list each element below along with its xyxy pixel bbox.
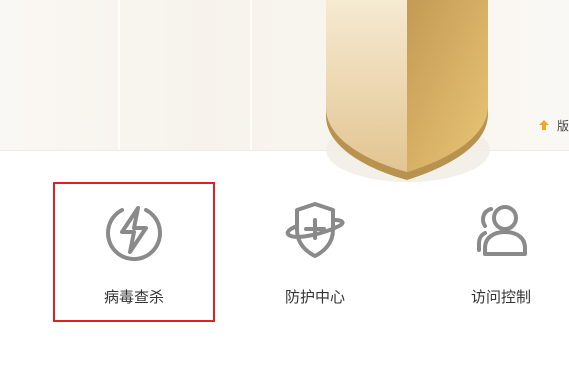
security-app-window: 版 病毒查杀 防护中心 访问控制	[0, 0, 569, 368]
tile-virus-scan[interactable]: 病毒查杀	[53, 182, 215, 322]
tile-access-control[interactable]: 访问控制	[420, 182, 569, 322]
shield-plus-icon	[285, 202, 345, 258]
tile-access-control-label: 访问控制	[470, 288, 531, 306]
lightning-circle-icon	[106, 206, 162, 261]
tile-protection-center-label: 防护中心	[284, 288, 345, 306]
update-notice[interactable]: 版	[537, 116, 569, 134]
users-icon	[477, 205, 527, 256]
feature-tiles: 病毒查杀 防护中心 访问控制	[0, 150, 569, 368]
banner-light-stripe	[118, 0, 120, 150]
upgrade-arrow-icon	[539, 120, 549, 130]
tile-virus-scan-label: 病毒查杀	[103, 288, 164, 306]
update-notice-label: 版	[557, 118, 569, 133]
tile-protection-center[interactable]: 防护中心	[234, 182, 396, 322]
banner-light-stripe	[250, 0, 252, 150]
